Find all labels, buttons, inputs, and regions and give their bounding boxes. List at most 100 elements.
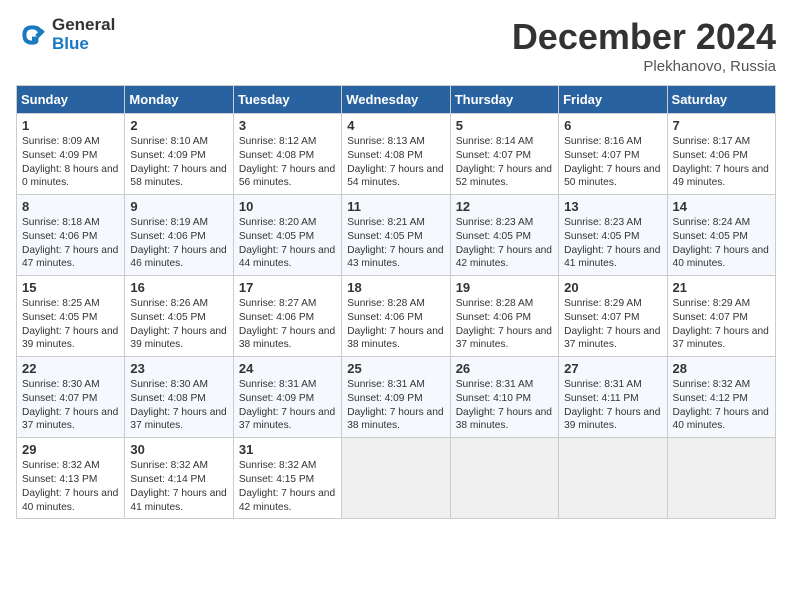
- cell-content: Sunrise: 8:31 AMSunset: 4:11 PMDaylight:…: [564, 378, 661, 433]
- day-number: 12: [456, 199, 553, 214]
- calendar-cell: 20 Sunrise: 8:29 AMSunset: 4:07 PMDayligh…: [559, 276, 667, 357]
- cell-content: Sunrise: 8:21 AMSunset: 4:05 PMDaylight:…: [347, 216, 444, 271]
- cell-content: Sunrise: 8:32 AMSunset: 4:12 PMDaylight:…: [673, 378, 770, 433]
- month-title: December 2024: [512, 16, 776, 58]
- calendar-cell: 29Sunrise: 8:32 AMSunset: 4:13 PMDayligh…: [17, 438, 125, 519]
- calendar-cell: 25Sunrise: 8:31 AMSunset: 4:09 PMDayligh…: [342, 357, 450, 438]
- column-header-thursday: Thursday: [450, 86, 558, 114]
- calendar-cell: 16 Sunrise: 8:26 AMSunset: 4:05 PMDayligh…: [125, 276, 233, 357]
- cell-content: Sunrise: 8:10 AMSunset: 4:09 PMDaylight:…: [130, 135, 227, 190]
- calendar-cell: 13Sunrise: 8:23 AMSunset: 4:05 PMDayligh…: [559, 195, 667, 276]
- calendar-cell: 18Sunrise: 8:28 AMSunset: 4:06 PMDayligh…: [342, 276, 450, 357]
- calendar-cell: 10Sunrise: 8:20 AMSunset: 4:05 PMDayligh…: [233, 195, 341, 276]
- calendar-cell: [450, 438, 558, 519]
- calendar-cell: 3 Sunrise: 8:12 AMSunset: 4:08 PMDaylight…: [233, 114, 341, 195]
- cell-content: Sunrise: 8:32 AMSunset: 4:14 PMDaylight:…: [130, 459, 227, 514]
- calendar-cell: 14 Sunrise: 8:24 AMSunset: 4:05 PMDayligh…: [667, 195, 775, 276]
- calendar-header-row: SundayMondayTuesdayWednesdayThursdayFrid…: [17, 86, 776, 114]
- page-header: General Blue December 2024 Plekhanovo, R…: [16, 16, 776, 75]
- day-number: 20: [564, 280, 661, 295]
- day-number: 27: [564, 361, 661, 376]
- calendar-cell: 9 Sunrise: 8:19 AMSunset: 4:06 PMDaylight…: [125, 195, 233, 276]
- day-number: 5: [456, 118, 553, 133]
- calendar-cell: 6 Sunrise: 8:16 AMSunset: 4:07 PMDaylight…: [559, 114, 667, 195]
- cell-content: Sunrise: 8:27 AMSunset: 4:06 PMDaylight:…: [239, 297, 336, 352]
- column-header-wednesday: Wednesday: [342, 86, 450, 114]
- cell-content: Sunrise: 8:32 AMSunset: 4:15 PMDaylight:…: [239, 459, 336, 514]
- cell-content: Sunrise: 8:09 AMSunset: 4:09 PMDaylight:…: [22, 135, 119, 190]
- cell-content: Sunrise: 8:31 AMSunset: 4:09 PMDaylight:…: [347, 378, 444, 433]
- calendar-cell: 28 Sunrise: 8:32 AMSunset: 4:12 PMDayligh…: [667, 357, 775, 438]
- calendar-cell: 4 Sunrise: 8:13 AMSunset: 4:08 PMDaylight…: [342, 114, 450, 195]
- column-header-saturday: Saturday: [667, 86, 775, 114]
- calendar-cell: 5 Sunrise: 8:14 AMSunset: 4:07 PMDaylight…: [450, 114, 558, 195]
- day-number: 4: [347, 118, 444, 133]
- calendar-cell: 2 Sunrise: 8:10 AMSunset: 4:09 PMDaylight…: [125, 114, 233, 195]
- day-number: 10: [239, 199, 336, 214]
- cell-content: Sunrise: 8:31 AMSunset: 4:09 PMDaylight:…: [239, 378, 336, 433]
- calendar-cell: 15 Sunrise: 8:25 AMSunset: 4:05 PMDayligh…: [17, 276, 125, 357]
- calendar-cell: 1 Sunrise: 8:09 AMSunset: 4:09 PMDaylight…: [17, 114, 125, 195]
- calendar-week-row: 22Sunrise: 8:30 AMSunset: 4:07 PMDayligh…: [17, 357, 776, 438]
- calendar-cell: 11 Sunrise: 8:21 AMSunset: 4:05 PMDayligh…: [342, 195, 450, 276]
- day-number: 11: [347, 199, 444, 214]
- day-number: 15: [22, 280, 119, 295]
- cell-content: Sunrise: 8:28 AMSunset: 4:06 PMDaylight:…: [347, 297, 444, 352]
- calendar-cell: 21Sunrise: 8:29 AMSunset: 4:07 PMDayligh…: [667, 276, 775, 357]
- logo-general: General: [52, 16, 115, 35]
- day-number: 24: [239, 361, 336, 376]
- location: Plekhanovo, Russia: [512, 58, 776, 75]
- logo-text: General Blue: [52, 16, 115, 53]
- day-number: 8: [22, 199, 119, 214]
- calendar-cell: 17Sunrise: 8:27 AMSunset: 4:06 PMDayligh…: [233, 276, 341, 357]
- calendar-cell: 19 Sunrise: 8:28 AMSunset: 4:06 PMDayligh…: [450, 276, 558, 357]
- cell-content: Sunrise: 8:14 AMSunset: 4:07 PMDaylight:…: [456, 135, 553, 190]
- day-number: 6: [564, 118, 661, 133]
- calendar-cell: 27 Sunrise: 8:31 AMSunset: 4:11 PMDayligh…: [559, 357, 667, 438]
- cell-content: Sunrise: 8:31 AMSunset: 4:10 PMDaylight:…: [456, 378, 553, 433]
- cell-content: Sunrise: 8:18 AMSunset: 4:06 PMDaylight:…: [22, 216, 119, 271]
- cell-content: Sunrise: 8:29 AMSunset: 4:07 PMDaylight:…: [564, 297, 661, 352]
- calendar-cell: 31 Sunrise: 8:32 AMSunset: 4:15 PMDayligh…: [233, 438, 341, 519]
- calendar-week-row: 1 Sunrise: 8:09 AMSunset: 4:09 PMDaylight…: [17, 114, 776, 195]
- day-number: 2: [130, 118, 227, 133]
- day-number: 28: [673, 361, 770, 376]
- day-number: 16: [130, 280, 227, 295]
- cell-content: Sunrise: 8:19 AMSunset: 4:06 PMDaylight:…: [130, 216, 227, 271]
- calendar-cell: 12 Sunrise: 8:23 AMSunset: 4:05 PMDayligh…: [450, 195, 558, 276]
- cell-content: Sunrise: 8:30 AMSunset: 4:08 PMDaylight:…: [130, 378, 227, 433]
- day-number: 13: [564, 199, 661, 214]
- cell-content: Sunrise: 8:16 AMSunset: 4:07 PMDaylight:…: [564, 135, 661, 190]
- logo-blue: Blue: [52, 35, 115, 54]
- calendar-week-row: 8 Sunrise: 8:18 AMSunset: 4:06 PMDaylight…: [17, 195, 776, 276]
- logo-icon: [16, 19, 48, 51]
- cell-content: Sunrise: 8:13 AMSunset: 4:08 PMDaylight:…: [347, 135, 444, 190]
- day-number: 19: [456, 280, 553, 295]
- cell-content: Sunrise: 8:32 AMSunset: 4:13 PMDaylight:…: [22, 459, 119, 514]
- column-header-tuesday: Tuesday: [233, 86, 341, 114]
- day-number: 23: [130, 361, 227, 376]
- cell-content: Sunrise: 8:28 AMSunset: 4:06 PMDaylight:…: [456, 297, 553, 352]
- cell-content: Sunrise: 8:17 AMSunset: 4:06 PMDaylight:…: [673, 135, 770, 190]
- cell-content: Sunrise: 8:24 AMSunset: 4:05 PMDaylight:…: [673, 216, 770, 271]
- day-number: 31: [239, 442, 336, 457]
- day-number: 3: [239, 118, 336, 133]
- logo: General Blue: [16, 16, 115, 53]
- calendar-cell: 26Sunrise: 8:31 AMSunset: 4:10 PMDayligh…: [450, 357, 558, 438]
- calendar-cell: [559, 438, 667, 519]
- day-number: 9: [130, 199, 227, 214]
- day-number: 1: [22, 118, 119, 133]
- calendar-cell: 30Sunrise: 8:32 AMSunset: 4:14 PMDayligh…: [125, 438, 233, 519]
- calendar-cell: 22Sunrise: 8:30 AMSunset: 4:07 PMDayligh…: [17, 357, 125, 438]
- cell-content: Sunrise: 8:23 AMSunset: 4:05 PMDaylight:…: [456, 216, 553, 271]
- column-header-monday: Monday: [125, 86, 233, 114]
- column-header-sunday: Sunday: [17, 86, 125, 114]
- calendar-cell: [667, 438, 775, 519]
- cell-content: Sunrise: 8:30 AMSunset: 4:07 PMDaylight:…: [22, 378, 119, 433]
- calendar-cell: 8 Sunrise: 8:18 AMSunset: 4:06 PMDaylight…: [17, 195, 125, 276]
- column-header-friday: Friday: [559, 86, 667, 114]
- cell-content: Sunrise: 8:26 AMSunset: 4:05 PMDaylight:…: [130, 297, 227, 352]
- cell-content: Sunrise: 8:25 AMSunset: 4:05 PMDaylight:…: [22, 297, 119, 352]
- cell-content: Sunrise: 8:12 AMSunset: 4:08 PMDaylight:…: [239, 135, 336, 190]
- day-number: 14: [673, 199, 770, 214]
